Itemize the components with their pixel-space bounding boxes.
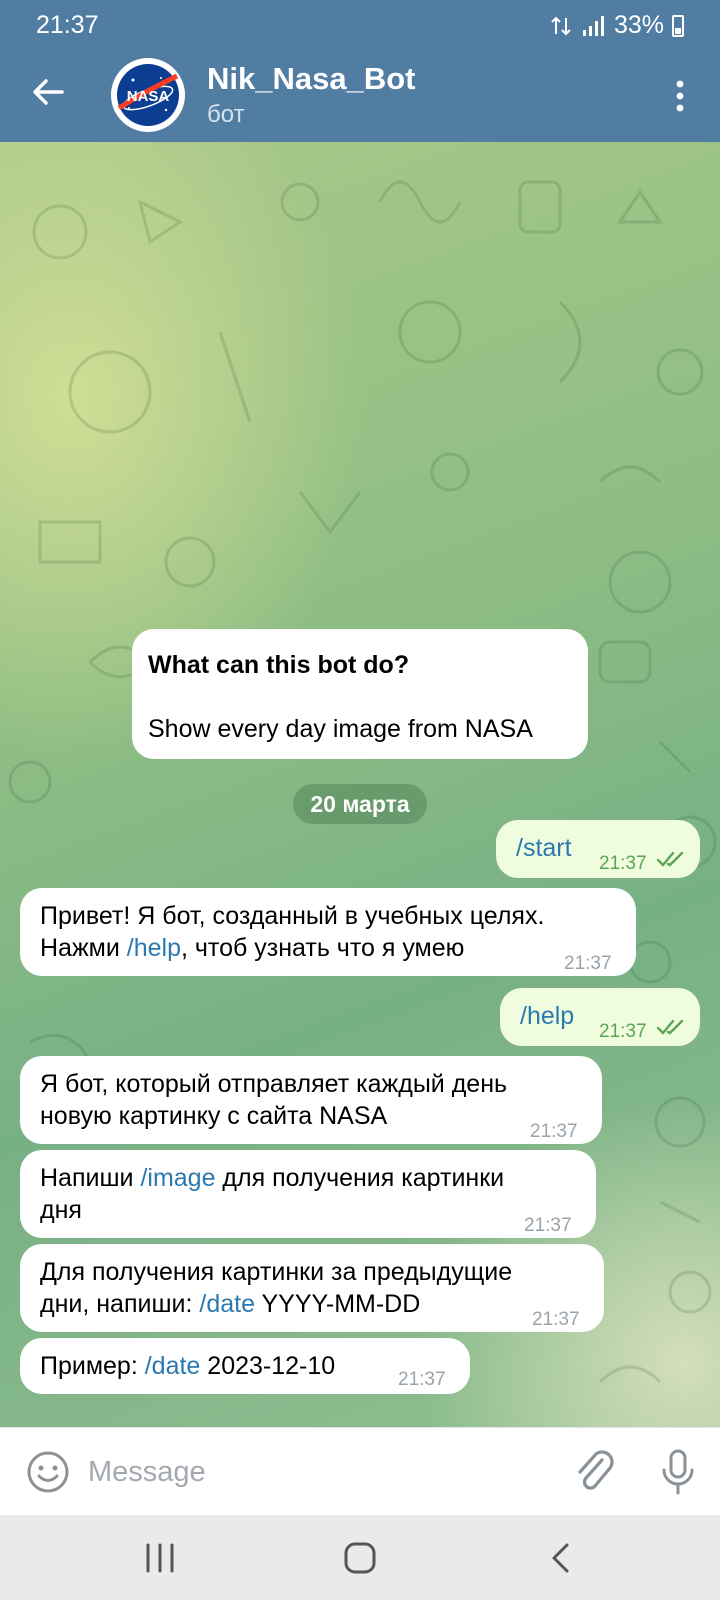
message-line: дня [40, 1194, 82, 1226]
status-time: 21:37 [36, 11, 99, 39]
data-transfer-icon [551, 16, 571, 35]
chat-header: NASA Nik_Nasa_Bot бот [0, 52, 720, 142]
bot-info-text: Show every day image from NASA [148, 715, 533, 743]
message-text: новую картинку с сайта NASA [40, 1102, 388, 1130]
command-link[interactable]: /date [145, 1352, 201, 1380]
message-line: Для получения картинки за предыдущие [40, 1256, 512, 1288]
message-text: Я бот, который отправляет каждый день [40, 1070, 508, 1098]
message-time: 21:37 [530, 1121, 578, 1142]
command-link[interactable]: /date [199, 1290, 255, 1318]
message-text: для получения картинки [215, 1164, 505, 1192]
message-time: 21:37 [398, 1369, 446, 1390]
avatar[interactable]: NASA [111, 58, 185, 132]
message-text: дня [40, 1196, 82, 1224]
message-text: , чтоб узнать что я умею [181, 934, 465, 962]
home-icon[interactable] [340, 1539, 380, 1577]
command-link[interactable]: /start [516, 832, 572, 864]
message-input[interactable] [88, 1450, 528, 1494]
message-text: Напиши [40, 1164, 141, 1192]
message-line: новую картинку с сайта NASA [40, 1100, 387, 1132]
status-bar: 21:37 33% [0, 0, 720, 52]
chat-subtitle: бот [207, 101, 245, 128]
message-text: Для получения картинки за предыдущие [40, 1258, 513, 1286]
back-arrow-icon[interactable] [28, 72, 68, 112]
message-line: Напиши /image для получения картинки [40, 1162, 504, 1194]
microphone-icon[interactable] [658, 1448, 698, 1496]
battery-icon [672, 14, 684, 37]
message-text: 2023-12-10 [200, 1352, 336, 1380]
system-navigation-bar [0, 1515, 720, 1600]
message-line: Привет! Я бот, созданный в учебных целях… [40, 900, 544, 932]
message-text: YYYY-MM-DD [254, 1290, 421, 1318]
message-bubble[interactable]: /help 21:37 [500, 988, 700, 1046]
message-bubble[interactable]: Для получения картинки за предыдущие дни… [20, 1244, 604, 1332]
recents-icon[interactable] [140, 1541, 180, 1575]
battery-percent: 33% [613, 11, 664, 39]
double-check-icon [656, 1019, 684, 1035]
signal-icon [582, 15, 604, 36]
message-time: 21:37 [599, 853, 647, 874]
message-text: Пример: [40, 1352, 145, 1380]
nasa-logo-icon: NASA [112, 59, 184, 131]
status-right: 33% [550, 11, 684, 40]
command-link[interactable]: /help [520, 1000, 574, 1032]
command-link[interactable]: /help [127, 934, 181, 962]
back-icon[interactable] [548, 1541, 572, 1575]
message-time: 21:37 [524, 1215, 572, 1236]
message-composer [0, 1427, 720, 1515]
emoji-icon[interactable] [26, 1450, 70, 1494]
bot-info-card: What can this bot do? Show every day ima… [132, 629, 588, 759]
message-line: Пример: /date 2023-12-10 [40, 1350, 335, 1382]
avatar-label: NASA [127, 88, 170, 105]
message-bubble[interactable]: /start 21:37 [496, 820, 700, 878]
double-check-icon [656, 851, 684, 867]
chat-area[interactable]: What can this bot do? Show every day ima… [0, 142, 720, 1427]
date-separator: 20 марта [293, 784, 427, 824]
message-line: Я бот, который отправляет каждый день [40, 1068, 507, 1100]
paperclip-icon[interactable] [572, 1448, 616, 1494]
message-time: 21:37 [599, 1021, 647, 1042]
message-bubble[interactable]: Напиши /image для получения картинки дня… [20, 1150, 596, 1238]
message-text: Привет! Я бот, созданный в учебных целях… [40, 902, 545, 930]
command-link[interactable]: /image [140, 1164, 215, 1192]
message-bubble[interactable]: Пример: /date 2023-12-10 21:37 [20, 1338, 470, 1394]
message-text: дни, напиши: [40, 1290, 200, 1318]
message-text: Нажми [40, 934, 127, 962]
message-time: 21:37 [532, 1309, 580, 1330]
message-bubble[interactable]: Привет! Я бот, созданный в учебных целях… [20, 888, 636, 976]
message-bubble[interactable]: Я бот, который отправляет каждый день но… [20, 1056, 602, 1144]
more-options-icon[interactable] [670, 76, 690, 116]
bot-info-title: What can this bot do? [148, 651, 410, 679]
chat-title[interactable]: Nik_Nasa_Bot [207, 61, 415, 97]
message-line: дни, напиши: /date YYYY-MM-DD [40, 1288, 420, 1320]
message-line: Нажми /help, чтоб узнать что я умею [40, 932, 464, 964]
message-time: 21:37 [564, 953, 612, 974]
